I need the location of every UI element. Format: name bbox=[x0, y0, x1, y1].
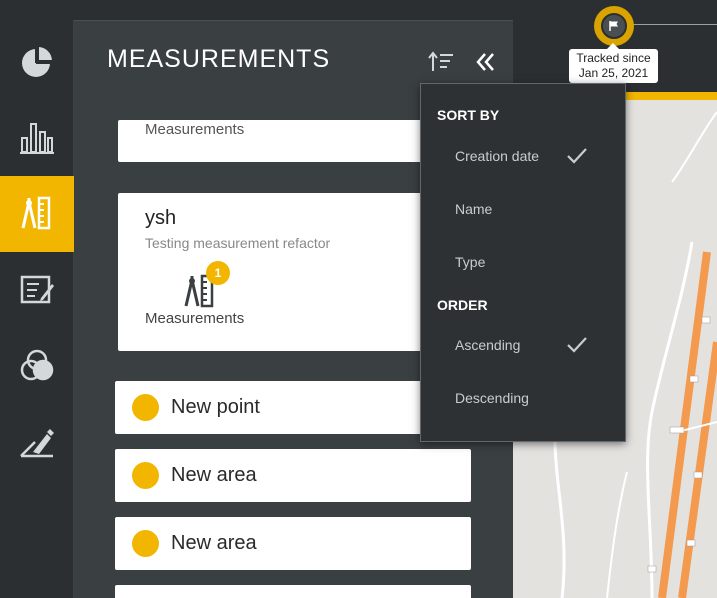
tracking-tooltip-line2: Jan 25, 2021 bbox=[578, 66, 649, 80]
tracking-marker[interactable] bbox=[594, 6, 634, 46]
rail-item-layers[interactable] bbox=[0, 328, 74, 404]
draw-shape-icon bbox=[20, 429, 54, 458]
sort-option-label: Type bbox=[455, 254, 486, 270]
point-marker-icon bbox=[132, 394, 159, 421]
list-item-label: New area bbox=[171, 464, 257, 486]
sort-icon bbox=[428, 51, 453, 71]
order-option-label: Ascending bbox=[455, 337, 521, 353]
tracking-tooltip-line1: Tracked since bbox=[576, 51, 651, 65]
measurement-group-card-ysh[interactable]: ysh Testing measurement refactor 1 Measu… bbox=[118, 193, 428, 351]
sort-by-header: SORT BY bbox=[437, 107, 500, 123]
measurement-tools-icon bbox=[21, 196, 51, 230]
track-line bbox=[630, 24, 717, 25]
card-caption: Measurements bbox=[145, 310, 245, 327]
card-caption: Measurements bbox=[145, 121, 245, 138]
rail-item-statistics[interactable] bbox=[0, 100, 74, 176]
order-header: ORDER bbox=[437, 297, 488, 313]
rail-item-dashboard[interactable] bbox=[0, 24, 74, 100]
left-nav-rail bbox=[0, 20, 86, 598]
checkmark-icon bbox=[567, 148, 587, 164]
list-item[interactable] bbox=[115, 585, 471, 598]
sort-option-type[interactable]: Type bbox=[421, 242, 627, 282]
order-option-label: Descending bbox=[455, 390, 529, 406]
flag-icon bbox=[601, 13, 627, 39]
area-marker-icon bbox=[132, 530, 159, 557]
count-badge: 1 bbox=[206, 261, 230, 285]
card-name: ysh bbox=[145, 207, 177, 229]
rail-item-reports[interactable] bbox=[0, 252, 74, 328]
bar-chart-icon bbox=[20, 123, 54, 154]
area-marker-icon bbox=[132, 462, 159, 489]
app-root: Tracked since Jan 25, 2021 MEASUREMENTS … bbox=[0, 0, 717, 598]
collapse-panel-button[interactable] bbox=[472, 49, 498, 75]
panel-title: MEASUREMENTS bbox=[107, 45, 331, 73]
checkmark-icon bbox=[567, 337, 587, 353]
list-item[interactable]: New area bbox=[115, 517, 471, 570]
card-description: Testing measurement refactor bbox=[145, 235, 331, 251]
list-item-label: New point bbox=[171, 396, 260, 418]
sort-option-name[interactable]: Name bbox=[421, 189, 627, 229]
rail-item-draw[interactable] bbox=[0, 404, 74, 480]
measurement-group-card[interactable]: Measurements bbox=[118, 120, 428, 162]
order-option-descending[interactable]: Descending bbox=[421, 378, 627, 418]
edit-report-icon bbox=[20, 275, 54, 304]
tracking-tooltip: Tracked since Jan 25, 2021 bbox=[569, 43, 658, 83]
order-option-ascending[interactable]: Ascending bbox=[421, 325, 627, 365]
pie-chart-icon bbox=[22, 44, 55, 77]
list-item[interactable]: New area bbox=[115, 449, 471, 502]
list-item-label: New area bbox=[171, 532, 257, 554]
sort-menu: SORT BY Creation date Name Type ORDER As… bbox=[420, 83, 626, 442]
sort-option-creation-date[interactable]: Creation date bbox=[421, 136, 627, 176]
list-item[interactable]: New point bbox=[115, 381, 471, 434]
layers-overlap-icon bbox=[20, 349, 54, 381]
double-chevron-left-icon bbox=[476, 53, 494, 71]
sort-option-label: Creation date bbox=[455, 148, 540, 164]
sort-button[interactable] bbox=[426, 49, 456, 75]
rail-item-measurements[interactable] bbox=[0, 176, 86, 252]
sort-option-label: Name bbox=[455, 201, 493, 217]
